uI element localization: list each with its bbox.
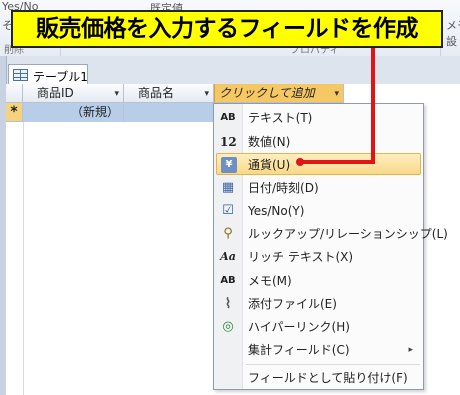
text-icon: AB: [220, 112, 236, 123]
menu-item-label: ルックアップ/リレーションシップ(L): [248, 227, 448, 241]
chevron-right-icon: ▸: [408, 345, 413, 355]
rich-text-icon: Aa: [220, 250, 236, 263]
menu-item-label: テキスト(T): [248, 111, 313, 125]
column-header-product-id[interactable]: 商品ID ▾: [23, 84, 124, 103]
menu-item-calculated-field[interactable]: 集計フィールド(C) ▸: [216, 339, 421, 361]
menu-separator: [246, 364, 420, 365]
menu-item-text[interactable]: AB テキスト(T): [216, 107, 421, 129]
new-record-id-cell[interactable]: （新規）: [23, 103, 124, 122]
new-record-name-cell[interactable]: [124, 103, 214, 122]
menu-item-number[interactable]: 12 数値(N): [216, 131, 421, 153]
datetime-icon: ▦: [221, 180, 235, 195]
menu-item-rich-text[interactable]: Aa リッチ テキスト(X): [216, 246, 421, 268]
column-header-click-to-add[interactable]: クリックして追加 ▾: [214, 84, 344, 103]
checkbox-icon: ☑: [222, 203, 234, 218]
callout-pointer-end: [296, 158, 304, 166]
chevron-down-icon[interactable]: ▾: [334, 85, 339, 103]
menu-item-label: 通貨(U): [248, 158, 291, 172]
new-record-marker: *: [6, 103, 23, 122]
menu-item-label: 日付/時刻(D): [248, 181, 319, 195]
number-icon: 12: [220, 135, 237, 149]
chevron-down-icon[interactable]: ▾: [204, 85, 209, 103]
chevron-down-icon[interactable]: ▾: [114, 85, 119, 103]
column-header-label: 商品ID: [37, 86, 74, 100]
instruction-banner: 販売価格を入力するフィールドを作成: [11, 10, 443, 48]
column-header-label: 商品名: [138, 86, 175, 100]
menu-item-label: 数値(N): [248, 135, 291, 149]
menu-item-hyperlink[interactable]: ◎ ハイパーリンク(H): [216, 316, 421, 338]
menu-item-label: 添付ファイル(E): [248, 297, 337, 311]
paperclip-icon: ⌇: [224, 296, 232, 312]
menu-item-label: フィールドとして貼り付け(F): [248, 371, 408, 385]
menu-item-datetime[interactable]: ▦ 日付/時刻(D): [216, 177, 421, 199]
tab-table1[interactable]: テーブル1: [8, 64, 88, 85]
menu-item-label: リッチ テキスト(X): [248, 250, 354, 264]
tab-label: テーブル1: [33, 70, 88, 84]
menu-item-attachment[interactable]: ⌇ 添付ファイル(E): [216, 293, 421, 315]
menu-item-lookup[interactable]: ⚲ ルックアップ/リレーションシップ(L): [216, 223, 448, 245]
currency-icon: ¥: [221, 157, 237, 173]
column-header-label: クリックして追加: [219, 86, 315, 100]
callout-pointer: [300, 160, 375, 164]
select-all-corner[interactable]: [6, 84, 23, 103]
menu-item-currency[interactable]: ¥ 通貨(U): [216, 153, 421, 175]
ribbon-setting-label[interactable]: 設: [446, 33, 457, 49]
menu-item-label: 集計フィールド(C): [248, 343, 350, 357]
memo-icon: AB: [220, 275, 236, 286]
menu-item-yesno[interactable]: ☑ Yes/No(Y): [216, 200, 421, 222]
menu-item-label: ハイパーリンク(H): [248, 320, 350, 334]
callout-pointer: [371, 48, 375, 164]
lookup-icon: ⚲: [223, 226, 233, 241]
menu-item-label: メモ(M): [248, 274, 292, 288]
menu-item-memo[interactable]: AB メモ(M): [216, 270, 421, 292]
ribbon-memo-label[interactable]: メモ: [446, 17, 460, 33]
table-icon: [13, 69, 28, 81]
grid-line: [23, 122, 24, 395]
menu-item-label: Yes/No(Y): [248, 204, 305, 218]
hyperlink-globe-icon: ◎: [222, 319, 234, 334]
column-header-product-name[interactable]: 商品名 ▾: [124, 84, 214, 103]
field-type-menu: AB テキスト(T) 12 数値(N) ¥ 通貨(U) ▦ 日付/時刻(D) ☑…: [213, 103, 448, 390]
menu-item-paste-as-field[interactable]: フィールドとして貼り付け(F): [216, 367, 421, 389]
